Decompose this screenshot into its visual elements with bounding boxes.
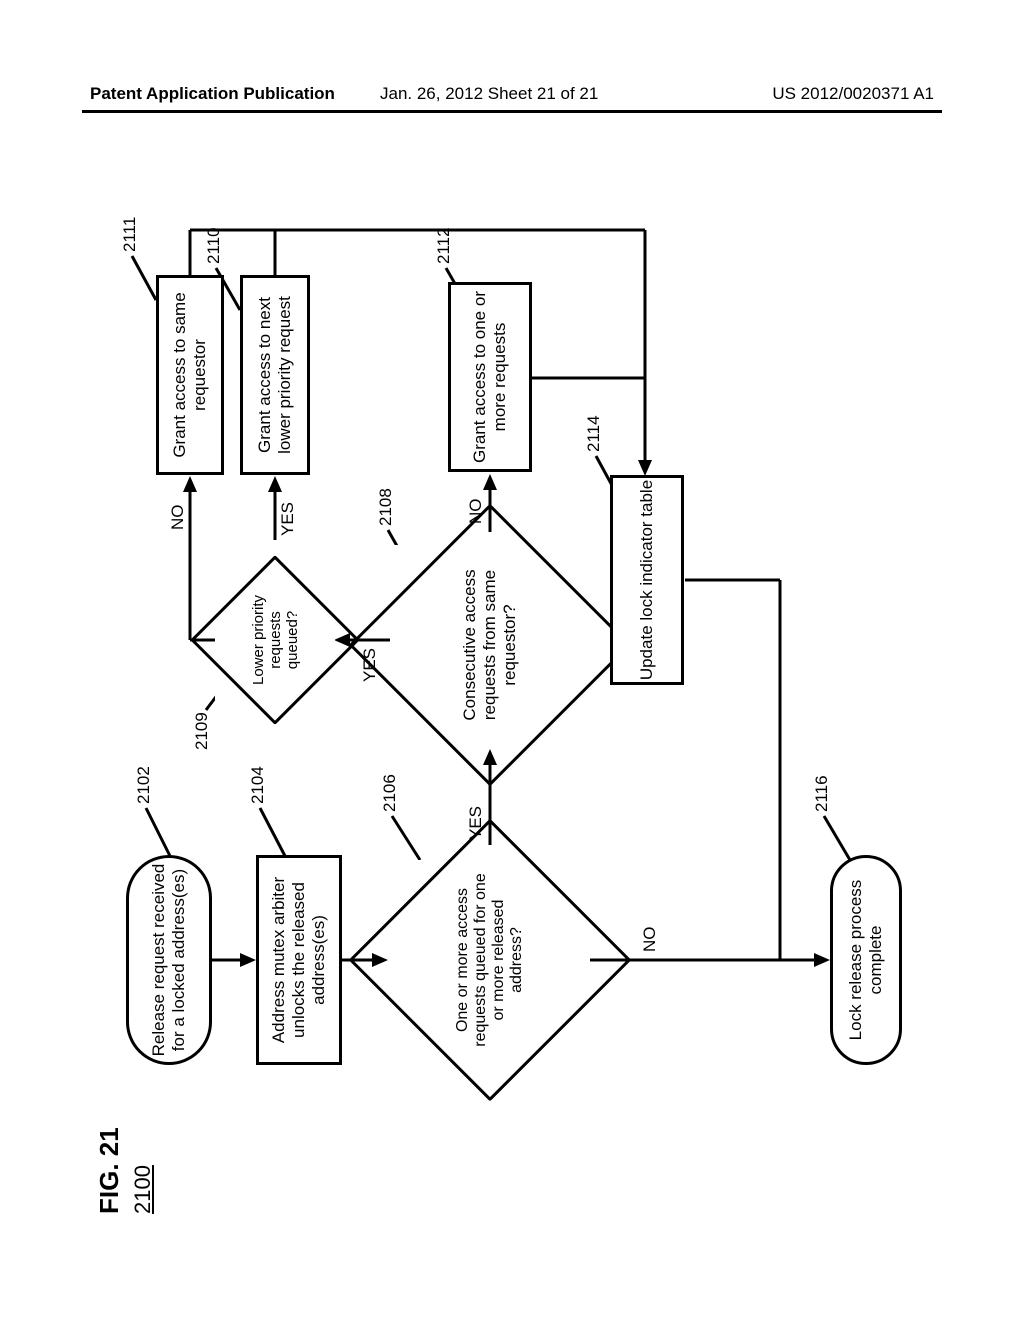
path-2108-yes: YES bbox=[360, 648, 380, 682]
node-2102: Release request received for a locked ad… bbox=[126, 855, 212, 1065]
path-2106-yes: YES bbox=[466, 806, 486, 840]
header-left: Patent Application Publication bbox=[90, 84, 335, 104]
node-2102-text: Release request received for a locked ad… bbox=[149, 858, 189, 1062]
node-2106-text: One or more access requests queued for o… bbox=[454, 860, 526, 1060]
node-2112-text: Grant access to one or more requests bbox=[470, 285, 510, 469]
ref-2116: 2116 bbox=[812, 775, 832, 812]
node-2110-text: Grant access to next lower priority requ… bbox=[255, 278, 295, 472]
ref-2111: 2111 bbox=[120, 217, 140, 252]
path-2109-no: NO bbox=[168, 505, 188, 531]
ref-2112: 2112 bbox=[434, 227, 454, 264]
header-center: Jan. 26, 2012 Sheet 21 of 21 bbox=[380, 84, 598, 104]
ref-2104: 2104 bbox=[248, 766, 268, 804]
ref-2109: 2109 bbox=[192, 712, 212, 750]
ref-2102: 2102 bbox=[134, 766, 154, 804]
node-2111: Grant access to same requestor bbox=[156, 275, 224, 475]
header-right: US 2012/0020371 A1 bbox=[772, 84, 934, 104]
node-2108-text: Consecutive access requests from same re… bbox=[460, 545, 520, 745]
ref-2114: 2114 bbox=[584, 415, 604, 452]
node-2110: Grant access to next lower priority requ… bbox=[240, 275, 310, 475]
node-2116: Lock release process complete bbox=[830, 855, 902, 1065]
header-rule bbox=[82, 110, 942, 113]
node-2104-text: Address mutex arbiter unlocks the releas… bbox=[269, 858, 329, 1062]
ref-2110: 2110 bbox=[204, 227, 224, 264]
node-2109-text: Lower priority requests queued? bbox=[250, 580, 301, 700]
node-2114-text: Update lock indicator table bbox=[637, 480, 657, 680]
path-2109-yes: YES bbox=[278, 502, 298, 536]
node-2116-text: Lock release process complete bbox=[846, 858, 886, 1062]
path-2106-no: NO bbox=[640, 927, 660, 953]
ref-2108: 2108 bbox=[376, 488, 396, 526]
node-2104: Address mutex arbiter unlocks the releas… bbox=[256, 855, 342, 1065]
node-2112: Grant access to one or more requests bbox=[448, 282, 532, 472]
node-2109: Lower priority requests queued? bbox=[215, 580, 335, 700]
node-2114: Update lock indicator table bbox=[610, 475, 684, 685]
node-2108: Consecutive access requests from same re… bbox=[390, 545, 590, 745]
path-2108-no: NO bbox=[466, 499, 486, 525]
ref-2106: 2106 bbox=[380, 774, 400, 812]
node-2111-text: Grant access to same requestor bbox=[170, 278, 210, 472]
node-2106: One or more access requests queued for o… bbox=[390, 860, 590, 1060]
